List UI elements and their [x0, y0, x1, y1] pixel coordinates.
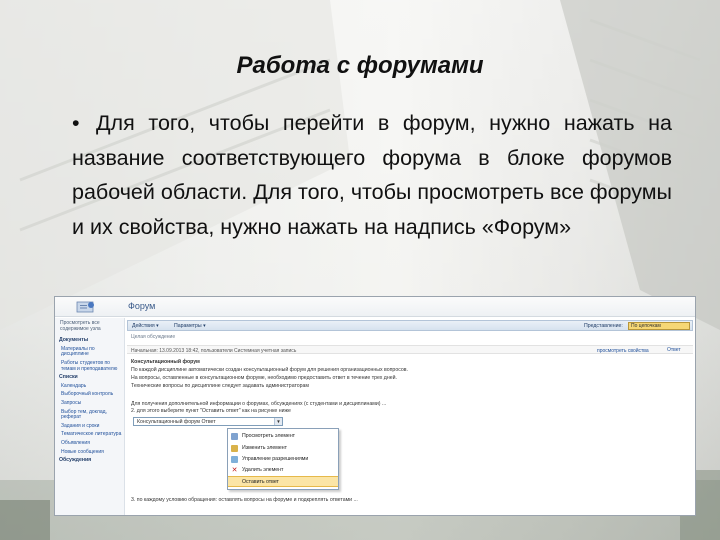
nav-section-documents[interactable]: Документы — [55, 338, 124, 344]
site-logo-icon — [76, 301, 94, 313]
post-footer-line: 3. по каждому условию обращения: оставля… — [131, 497, 358, 503]
post-info-bar: Начальная: 13.09.2013 18:42, пользовател… — [127, 345, 693, 354]
menu-item-label: Просмотреть элемент — [242, 433, 296, 439]
menu-item-view[interactable]: Просмотреть элемент — [228, 431, 338, 442]
menu-item-edit[interactable]: Изменить элемент — [228, 443, 338, 454]
context-menu: Просмотреть элемент Изменить элемент Упр… — [227, 428, 339, 490]
post-line: На вопросы, оставленные в консультационн… — [131, 375, 397, 381]
screenshot-page-title[interactable]: Форум — [128, 301, 155, 311]
bullet-marker: • — [72, 111, 80, 135]
settings-menu-button[interactable]: Параметры ▾ — [174, 323, 206, 329]
left-navigation: Просмотреть все содержимое узла Документ… — [55, 318, 125, 515]
slide-body: • Для того, чтобы перейти в форум, нужно … — [72, 106, 672, 244]
view-item-icon — [231, 433, 238, 440]
nav-item[interactable]: Материалы по дисциплине — [55, 346, 124, 358]
breadcrumb[interactable]: Целая обсуждение — [131, 334, 175, 340]
post-line: 2. для этого выберите пункт "Оставить от… — [131, 408, 291, 414]
delete-icon: ✕ — [231, 467, 238, 474]
nav-item[interactable]: Выборочный контроль — [55, 392, 124, 398]
menu-item-label: Удалить элемент — [242, 467, 284, 473]
item-title-dropdown[interactable]: Консультационный форум Ответ ▼ — [133, 417, 283, 426]
list-toolbar: Действия ▾ Параметры ▾ Представление: По… — [127, 320, 693, 331]
slide-title: Работа с форумами — [236, 52, 484, 79]
view-select[interactable]: По цепочкам — [628, 322, 690, 330]
nav-item[interactable]: Задания и сроки — [55, 423, 124, 430]
nav-item[interactable]: Работы студентов по темам и преподавател… — [55, 360, 124, 372]
item-title-text: Консультационный форум Ответ — [137, 419, 216, 425]
reply-button[interactable]: Ответ — [667, 347, 681, 353]
menu-item-delete[interactable]: ✕ Удалить элемент — [228, 465, 338, 476]
menu-item-label: Оставить ответ — [242, 479, 279, 485]
screenshot-header: Форум — [55, 297, 695, 317]
nav-item[interactable]: Новые сообщения — [55, 449, 124, 456]
nav-item[interactable]: Объявления — [55, 440, 124, 447]
nav-item[interactable]: Календарь — [55, 383, 124, 390]
menu-item-label: Управление разрешениями — [242, 456, 309, 462]
nav-item[interactable]: Тематическое литература — [55, 432, 124, 438]
permissions-icon — [231, 456, 238, 463]
post-line: По каждой дисциплине автоматически созда… — [131, 367, 408, 373]
menu-item-permissions[interactable]: Управление разрешениями — [228, 454, 338, 465]
slide-body-text: Для того, чтобы перейти в форум, нужно н… — [72, 111, 672, 239]
post-line: Технические вопросы по дисциплине следуе… — [131, 383, 310, 389]
nav-item[interactable]: Запросы — [55, 400, 124, 407]
menu-item-label: Изменить элемент — [242, 445, 287, 451]
menu-item-reply[interactable]: Оставить ответ — [228, 476, 338, 487]
post-line: Для получения дополнительной информации … — [131, 401, 387, 407]
nav-section-discussions[interactable]: Обсуждения — [55, 457, 124, 464]
post-heading: Консультационный форум — [131, 359, 200, 365]
chevron-down-icon[interactable]: ▼ — [274, 418, 282, 425]
edit-item-icon — [231, 445, 238, 452]
actions-menu-button[interactable]: Действия ▾ — [132, 323, 159, 329]
nav-section-lists[interactable]: Списки — [55, 375, 124, 381]
nav-item[interactable]: Выбор тем, доклад, реферат — [55, 409, 124, 421]
nav-view-all-link[interactable]: Просмотреть все содержимое узла — [55, 320, 124, 332]
view-label: Представление: — [584, 323, 623, 329]
sharepoint-screenshot: Форум Просмотреть все содержимое узла До… — [54, 296, 696, 516]
view-properties-link[interactable]: просмотреть свойства — [597, 348, 649, 354]
post-meta: Начальная: 13.09.2013 18:42, пользовател… — [131, 348, 297, 354]
